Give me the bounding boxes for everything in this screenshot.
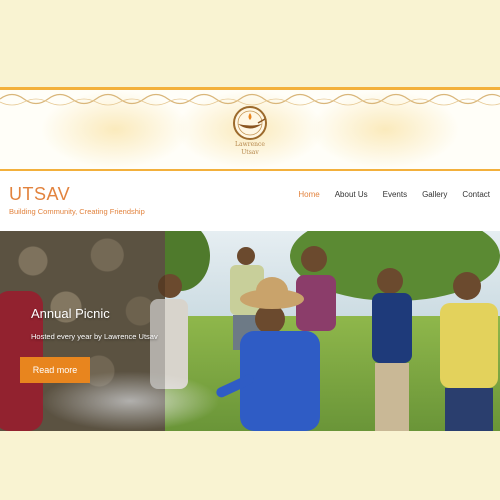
site-header: UTSAV Building Community, Creating Frien… [0, 171, 500, 231]
hero-slider[interactable]: Annual Picnic Hosted every year by Lawre… [0, 231, 500, 431]
nav-contact[interactable]: Contact [462, 190, 490, 199]
main-nav: Home About Us Events Gallery Contact [283, 190, 490, 199]
hero-title: Annual Picnic [31, 306, 110, 321]
nav-gallery[interactable]: Gallery [422, 190, 447, 199]
read-more-button[interactable]: Read more [20, 357, 90, 383]
nav-home[interactable]: Home [298, 190, 319, 199]
nav-events[interactable]: Events [383, 190, 407, 199]
page-top-background [0, 0, 500, 87]
logo-sub-text: Utsav [241, 149, 259, 156]
site-brand[interactable]: UTSAV [9, 184, 70, 205]
decorative-banner: Lawrence Utsav [0, 87, 500, 171]
site-tagline: Building Community, Creating Friendship [9, 207, 145, 216]
page-bottom-background [0, 431, 500, 500]
hero-overlay [0, 231, 165, 431]
hero-subtitle: Hosted every year by Lawrence Utsav [31, 332, 158, 341]
logo-name-text: Lawrence [235, 141, 265, 148]
lamp-emblem-icon [233, 106, 267, 140]
nav-about-us[interactable]: About Us [335, 190, 368, 199]
utsav-logo[interactable]: Lawrence Utsav [224, 105, 276, 169]
